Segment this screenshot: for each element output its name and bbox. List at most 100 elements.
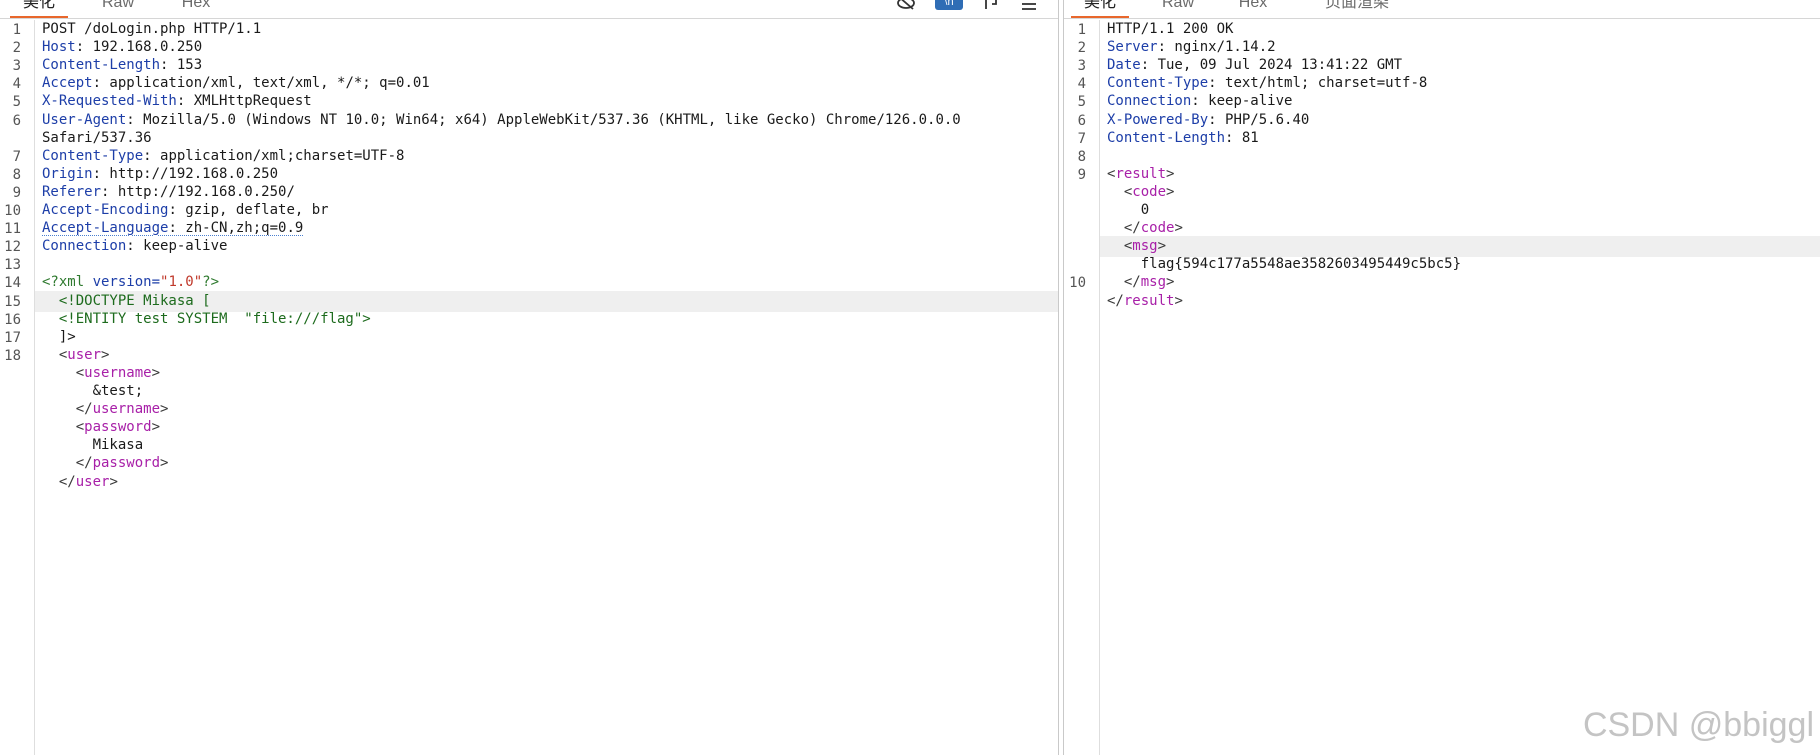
header-name: Accept — [42, 75, 93, 92]
response-tab-hex[interactable]: Hex — [1229, 0, 1277, 18]
header-value: : 153 — [160, 57, 203, 74]
request-tab-pretty[interactable]: 美化 — [10, 0, 68, 18]
header-name: Accept-Language — [42, 220, 169, 237]
line-number: 6 — [1077, 112, 1086, 129]
tag-close: > — [1174, 220, 1183, 237]
header-value: : text/html; charset=utf-8 — [1208, 75, 1428, 92]
tag-name: username — [92, 401, 161, 418]
header-value: : 192.168.0.250 — [75, 39, 203, 56]
tag-name: password — [92, 455, 161, 472]
tag-close: > — [1157, 238, 1167, 255]
line-number: 4 — [12, 76, 21, 93]
header-name: Referer — [42, 183, 102, 200]
header-name: Connection — [42, 238, 127, 255]
line-number: 8 — [12, 166, 21, 183]
code-line: </result> — [1100, 291, 1820, 312]
code-text: 0 — [1107, 202, 1150, 218]
tag-close: > — [1166, 274, 1175, 291]
header-value: : keep-alive — [126, 238, 228, 255]
tag-close: > — [151, 419, 161, 436]
code-text: HTTP/1.1 200 OK — [1107, 21, 1234, 37]
tag-name: code — [1132, 183, 1167, 200]
request-pane: 美化 Raw Hex \n POST /doLogin.php HTTP/1.1… — [0, 0, 1059, 755]
header-value: : application/xml, text/xml, */*; q=0.01 — [92, 75, 430, 92]
header-value: : XMLHttpRequest — [176, 93, 312, 110]
response-tab-raw[interactable]: Raw — [1152, 0, 1204, 18]
header-value: : nginx/1.14.2 — [1157, 39, 1276, 56]
request-tab-raw[interactable]: Raw — [92, 0, 144, 18]
line-number: 10 — [4, 203, 21, 219]
eye-slash-icon[interactable] — [895, 0, 917, 10]
tag-open: </ — [58, 473, 76, 490]
line-number: 13 — [4, 257, 21, 274]
code-text: flag{594c177a5548ae3582603495449c5bc5} — [1107, 256, 1462, 273]
newline-toggle-button[interactable]: \n — [934, 0, 964, 10]
newline-badge: \n — [935, 0, 963, 10]
header-name: Accept-Encoding — [42, 202, 169, 218]
request-tab-bar: 美化 Raw Hex \n — [0, 0, 1058, 19]
tag-open: </ — [1123, 220, 1141, 237]
tag-name: user — [75, 473, 110, 490]
line-number: 11 — [4, 221, 21, 238]
line-number: 4 — [1077, 76, 1086, 93]
line-number: 14 — [4, 275, 21, 292]
tag-name: result — [1115, 165, 1167, 182]
header-name: Connection — [1107, 93, 1192, 110]
code-text: POST /doLogin.php HTTP/1.1 — [42, 21, 262, 37]
wrap-text-icon[interactable] — [980, 0, 1002, 10]
line-number: 2 — [1077, 40, 1086, 57]
response-tab-pretty[interactable]: 美化 — [1071, 0, 1129, 18]
header-value: : Mozilla/5.0 (Windows NT 10.0; Win64; x… — [126, 111, 961, 128]
header-name: Content-Type — [42, 147, 144, 164]
header-name: Content-Length — [42, 57, 161, 74]
response-tab-render[interactable]: 页面渲染 — [1317, 0, 1397, 18]
xml-decl-close: ?> — [202, 274, 220, 291]
response-tab-bar: 美化 Raw Hex 页面渲染 — [1064, 0, 1820, 19]
tag-name: password — [84, 419, 152, 436]
line-number: 12 — [4, 239, 21, 256]
code-text: &test; — [42, 383, 144, 399]
header-value: : Tue, 09 Jul 2024 13:41:22 GMT — [1140, 57, 1403, 74]
tag-close: > — [109, 473, 118, 490]
line-number: 17 — [4, 329, 21, 346]
header-name: Date — [1107, 57, 1141, 74]
header-name: X-Requested-With — [42, 93, 177, 110]
line-number: 9 — [12, 184, 21, 201]
line-number: 9 — [1077, 166, 1086, 183]
tag-name: msg — [1132, 238, 1158, 255]
response-editor[interactable]: HTTP/1.1 200 OK Server: nginx/1.14.2 Date:… — [1100, 20, 1820, 755]
header-name: User-Agent — [42, 111, 127, 128]
line-number: 16 — [4, 311, 21, 328]
line-number: 8 — [1077, 148, 1086, 165]
request-editor[interactable]: POST /doLogin.php HTTP/1.1 Host: 192.168.… — [35, 20, 1058, 755]
code-text: Safari/537.36 — [42, 129, 152, 146]
tag-close: > — [160, 401, 169, 418]
line-number: 10 — [1069, 275, 1086, 292]
header-value: : gzip, deflate, br — [168, 202, 329, 218]
tag-close: > — [101, 346, 110, 363]
tag-open: < — [75, 364, 85, 381]
line-number: 1 — [1077, 22, 1086, 38]
header-name: Host — [42, 39, 76, 56]
request-tab-hex[interactable]: Hex — [172, 0, 220, 18]
xml-decl-attr: version= — [92, 274, 161, 291]
line-number: 15 — [4, 293, 21, 310]
header-value: : 81 — [1225, 129, 1259, 146]
menu-icon[interactable] — [1018, 0, 1040, 10]
response-pane: 美化 Raw Hex 页面渲染 HTTP/1.1 200 OK Server: n… — [1063, 0, 1820, 755]
line-number: 7 — [12, 148, 21, 165]
tag-close: > — [1166, 165, 1175, 182]
header-value: : http://192.168.0.250/ — [101, 183, 295, 200]
header-name: Content-Type — [1107, 75, 1209, 92]
line-number: 2 — [12, 40, 21, 57]
xml-decl-open: <?xml — [42, 274, 93, 291]
tag-close: > — [1174, 292, 1183, 309]
